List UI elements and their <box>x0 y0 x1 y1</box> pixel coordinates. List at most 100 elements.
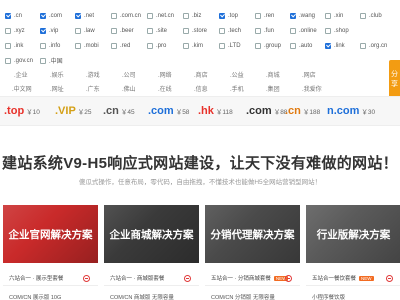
chinese-domain-option[interactable]: .娱乐 <box>50 70 64 79</box>
domain-checkbox[interactable] <box>75 42 81 49</box>
domain-checkbox[interactable] <box>325 27 331 34</box>
domain-option[interactable]: .store <box>183 23 207 38</box>
domain-option[interactable]: .ren <box>255 8 274 23</box>
solution-card-banner[interactable]: 分销代理解决方案 <box>205 205 300 263</box>
domain-checkbox[interactable] <box>147 27 153 34</box>
domain-checkbox[interactable] <box>325 12 331 19</box>
solution-card-package[interactable]: 五站合一餐饮套餐 NEW <box>306 271 400 286</box>
domain-option[interactable]: .xyz <box>5 23 25 38</box>
domain-option[interactable]: .beer <box>111 23 134 38</box>
chinese-domain-option[interactable]: .佛山 <box>122 84 136 93</box>
domain-price-item[interactable]: .top ￥10 <box>4 105 40 117</box>
chinese-domain-option[interactable]: .公益 <box>230 70 244 79</box>
domain-option[interactable]: .online <box>290 23 317 38</box>
domain-price-item[interactable]: n.com ￥30 <box>327 105 375 117</box>
collapse-minus-icon[interactable] <box>184 275 191 282</box>
domain-option[interactable]: .law <box>75 23 95 38</box>
chinese-domain-option[interactable]: .商城 <box>266 70 280 79</box>
chinese-domain-option[interactable]: .信息 <box>194 84 208 93</box>
domain-checkbox[interactable] <box>5 57 11 64</box>
domain-option[interactable]: .com <box>40 8 62 23</box>
solution-card-package[interactable]: 六站合一 · 商城版套餐 <box>104 271 199 286</box>
domain-option[interactable]: .mobi <box>75 38 99 53</box>
domain-checkbox[interactable] <box>290 27 296 34</box>
chinese-domain-option[interactable]: .企业 <box>14 70 28 79</box>
domain-checkbox[interactable] <box>290 12 296 19</box>
domain-option[interactable]: .中国 <box>40 53 63 68</box>
domain-checkbox[interactable] <box>147 12 153 19</box>
domain-price-item[interactable]: .com ￥88 <box>246 105 287 117</box>
domain-option[interactable]: .club <box>360 8 382 23</box>
solution-card[interactable]: 企业商城解决方案 六站合一 · 商城版套餐 COM/CN 商城版 无限容量 <box>104 205 199 300</box>
domain-option[interactable]: .vip <box>40 23 58 38</box>
domain-checkbox[interactable] <box>5 27 11 34</box>
solution-card[interactable]: 行业版解决方案 五站合一餐饮套餐 NEW 小程序餐饮版 <box>306 205 400 300</box>
solution-card[interactable]: 企业官网解决方案 六站合一 · 展示型套餐 COM/CN 展示版 10G <box>3 205 98 300</box>
domain-checkbox[interactable] <box>183 12 189 19</box>
chinese-domain-option[interactable]: .网络 <box>158 70 172 79</box>
domain-option[interactable]: .kim <box>183 38 203 53</box>
domain-checkbox[interactable] <box>5 42 11 49</box>
domain-option[interactable]: .auto <box>290 38 312 53</box>
domain-checkbox[interactable] <box>219 42 225 49</box>
domain-checkbox[interactable] <box>325 42 331 49</box>
domain-option[interactable]: .info <box>40 38 60 53</box>
domain-checkbox[interactable] <box>75 12 81 19</box>
domain-option[interactable]: .gov.cn <box>5 53 33 68</box>
domain-option[interactable]: .fun <box>255 23 274 38</box>
domain-checkbox[interactable] <box>75 27 81 34</box>
solution-card-package[interactable]: 五站合一 · 分销商城套餐 NEW <box>205 271 300 286</box>
chinese-domain-option[interactable]: .商店 <box>194 70 208 79</box>
domain-checkbox[interactable] <box>5 12 11 19</box>
domain-checkbox[interactable] <box>111 27 117 34</box>
solution-card-banner[interactable]: 企业官网解决方案 <box>3 205 98 263</box>
domain-checkbox[interactable] <box>111 12 117 19</box>
domain-checkbox[interactable] <box>219 12 225 19</box>
domain-checkbox[interactable] <box>360 12 366 19</box>
domain-option[interactable]: .biz <box>183 8 201 23</box>
domain-option[interactable]: .wang <box>290 8 315 23</box>
solution-card-package[interactable]: 六站合一 · 展示型套餐 <box>3 271 98 286</box>
domain-checkbox[interactable] <box>219 27 225 34</box>
domain-option[interactable]: .site <box>147 23 167 38</box>
chinese-domain-option[interactable]: .网店 <box>302 70 316 79</box>
chinese-domain-option[interactable]: .广东 <box>86 84 100 93</box>
domain-price-item[interactable]: .com ￥58 <box>148 105 189 117</box>
chinese-domain-option[interactable]: .我爱你 <box>302 84 322 93</box>
domain-option[interactable]: .red <box>111 38 130 53</box>
domain-option[interactable]: .org.cn <box>360 38 387 53</box>
domain-option[interactable]: .group <box>255 38 281 53</box>
chinese-domain-option[interactable]: .游戏 <box>86 70 100 79</box>
solution-card[interactable]: 分销代理解决方案 五站合一 · 分销商城套餐 NEW COM/CN 分销版 无限容量 <box>205 205 300 300</box>
domain-checkbox[interactable] <box>40 42 46 49</box>
domain-price-item[interactable]: .hk ￥118 <box>198 105 233 117</box>
domain-option[interactable]: .xin <box>325 8 343 23</box>
domain-checkbox[interactable] <box>255 12 261 19</box>
domain-checkbox[interactable] <box>111 42 117 49</box>
collapse-minus-icon[interactable] <box>83 275 90 282</box>
domain-checkbox[interactable] <box>40 57 46 64</box>
domain-option[interactable]: .com.cn <box>111 8 141 23</box>
domain-option[interactable]: .tech <box>219 23 241 38</box>
chinese-domain-option[interactable]: .在线 <box>158 84 172 93</box>
chinese-domain-option[interactable]: .中文网 <box>12 84 32 93</box>
domain-option[interactable]: .net.cn <box>147 8 174 23</box>
domain-price-item[interactable]: .cn ￥188 <box>285 105 320 117</box>
domain-option[interactable]: .top <box>219 8 238 23</box>
domain-checkbox[interactable] <box>147 42 153 49</box>
collapse-minus-icon[interactable] <box>386 275 393 282</box>
domain-checkbox[interactable] <box>255 27 261 34</box>
domain-option[interactable]: .cn <box>5 8 22 23</box>
domain-option[interactable]: .link <box>325 38 345 53</box>
chinese-domain-option[interactable]: .手机 <box>230 84 244 93</box>
domain-price-item[interactable]: .VIP ￥25 <box>55 105 92 117</box>
domain-option[interactable]: .LTD <box>219 38 241 53</box>
domain-option[interactable]: .net <box>75 8 94 23</box>
chinese-domain-option[interactable]: .公司 <box>122 70 136 79</box>
domain-option[interactable]: .ink <box>5 38 23 53</box>
solution-card-banner[interactable]: 行业版解决方案 <box>306 205 400 263</box>
domain-checkbox[interactable] <box>40 12 46 19</box>
domain-option[interactable]: .pro <box>147 38 166 53</box>
collapse-minus-icon[interactable] <box>285 275 292 282</box>
domain-checkbox[interactable] <box>183 27 189 34</box>
